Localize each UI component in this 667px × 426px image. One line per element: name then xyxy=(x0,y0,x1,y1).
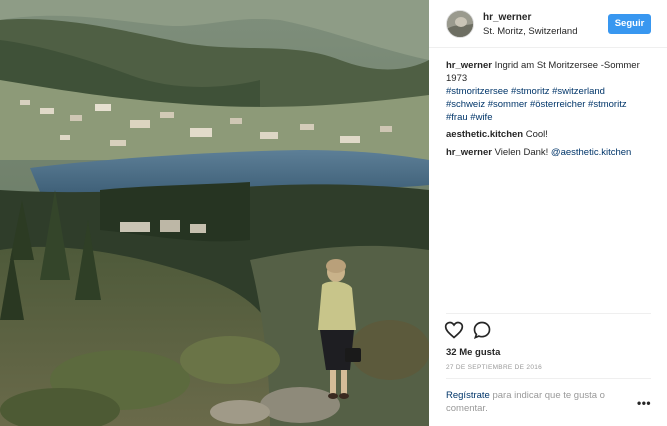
comment-username[interactable]: hr_werner xyxy=(446,147,492,158)
comment-username[interactable]: aesthetic.kitchen xyxy=(446,129,523,140)
login-prompt: Regístrate para indicar que te gusta o c… xyxy=(446,389,626,415)
hashtag-link[interactable]: #sommer xyxy=(488,99,528,110)
hashtag-link[interactable]: #stmoritz xyxy=(588,99,627,110)
comment-text: Vielen Dank! xyxy=(494,147,549,158)
comment: hr_werner Vielen Dank! @aesthetic.kitche… xyxy=(446,146,658,159)
avatar-image xyxy=(447,11,473,37)
more-options-icon[interactable]: ••• xyxy=(637,397,651,409)
comment-text: Cool! xyxy=(525,129,548,140)
post-header: hr_werner St. Moritz, Switzerland Seguir xyxy=(429,0,667,48)
photo-illustration xyxy=(0,0,429,426)
follow-button[interactable]: Seguir xyxy=(608,14,651,34)
comments-list: hr_werner Ingrid am St Moritzersee -Somm… xyxy=(446,59,658,163)
hashtag-link[interactable]: #österreicher xyxy=(530,99,585,110)
signup-link[interactable]: Regístrate xyxy=(446,390,490,401)
likes-count[interactable]: 32 Me gusta xyxy=(446,347,500,358)
hashtag-link[interactable]: #frau xyxy=(446,112,468,123)
comment-username[interactable]: hr_werner xyxy=(446,60,492,71)
instagram-post-view: hr_werner St. Moritz, Switzerland Seguir… xyxy=(0,0,667,426)
hashtag-link[interactable]: #switzerland xyxy=(552,86,605,97)
username-link[interactable]: hr_werner xyxy=(483,12,531,23)
post-photo[interactable] xyxy=(0,0,429,426)
divider xyxy=(446,378,651,379)
hashtag-link[interactable]: #schweiz xyxy=(446,99,485,110)
mention-link[interactable]: @aesthetic.kitchen xyxy=(551,147,631,158)
avatar[interactable] xyxy=(446,10,474,38)
hashtag-link[interactable]: #wife xyxy=(470,112,492,123)
hashtag-link[interactable]: #stmoritz xyxy=(511,86,550,97)
post-date[interactable]: 27 DE SEPTIEMBRE DE 2016 xyxy=(446,364,542,371)
comment: aesthetic.kitchen Cool! xyxy=(446,128,658,141)
hashtag-link[interactable]: #stmoritzersee xyxy=(446,86,508,97)
post-sidebar: hr_werner St. Moritz, Switzerland Seguir… xyxy=(429,0,667,426)
location-link[interactable]: St. Moritz, Switzerland xyxy=(483,26,578,37)
divider xyxy=(446,313,651,314)
comment-icon[interactable] xyxy=(472,320,492,340)
caption: hr_werner Ingrid am St Moritzersee -Somm… xyxy=(446,59,658,124)
heart-icon[interactable] xyxy=(444,320,464,340)
